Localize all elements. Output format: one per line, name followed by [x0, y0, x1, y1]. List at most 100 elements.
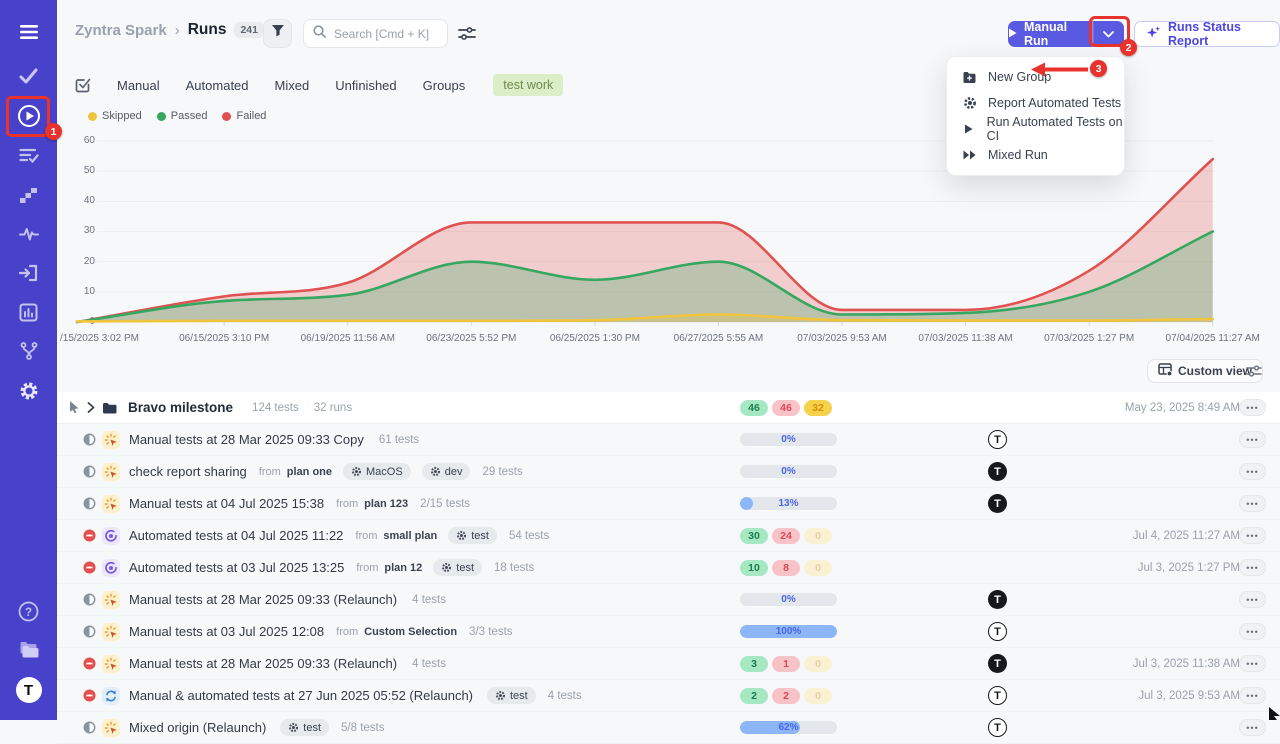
- row-menu-button[interactable]: •••: [1239, 399, 1266, 416]
- list-check-icon[interactable]: [0, 144, 57, 168]
- menu-icon[interactable]: [0, 20, 57, 44]
- row-menu-button[interactable]: •••: [1239, 623, 1266, 640]
- filter-button[interactable]: [263, 19, 292, 48]
- env-badge: dev: [422, 463, 471, 480]
- avatar: T: [988, 430, 1007, 449]
- table-row[interactable]: Manual tests at 28 Mar 2025 09:33 (Relau…: [57, 648, 1280, 680]
- run-title: Automated tests at 03 Jul 2025 13:25: [129, 560, 344, 575]
- chart-legend: Skipped Passed Failed: [88, 110, 266, 122]
- row-date: Jul 3, 2025 1:27 PM: [1138, 552, 1240, 583]
- progress-label: 0%: [740, 593, 837, 606]
- row-left-cluster: check report sharingfromplan oneMacOSdev…: [83, 456, 523, 487]
- run-counts: 310: [740, 648, 832, 679]
- menu-item-report-automated-tests[interactable]: Report Automated Tests: [947, 90, 1124, 116]
- run-progress: 0%: [740, 424, 837, 455]
- table-settings-sliders-icon[interactable]: [1246, 364, 1262, 383]
- select-runs-icon[interactable]: [75, 77, 91, 93]
- manual-run-icon: [102, 655, 120, 673]
- annotation-box-1: [6, 96, 50, 137]
- count-pill-skipped: 0: [804, 656, 832, 672]
- group-tests-count: 124 tests: [252, 402, 299, 414]
- env-badge: test: [448, 527, 497, 544]
- legend-skipped: Skipped: [88, 110, 142, 122]
- row-left-cluster: Manual tests at 04 Jul 2025 15:38frompla…: [83, 488, 470, 519]
- group-counts: 464632: [740, 392, 832, 423]
- row-menu-button[interactable]: •••: [1239, 431, 1266, 448]
- count-pill-skipped: 0: [804, 560, 832, 576]
- row-menu-button[interactable]: •••: [1239, 687, 1266, 704]
- avatar: T: [988, 494, 1007, 513]
- env-badge: test: [280, 719, 329, 736]
- table-row[interactable]: Mixed origin (Relaunch)test5/8 tests62%T…: [57, 712, 1280, 744]
- row-menu-button[interactable]: •••: [1239, 559, 1266, 576]
- mouse-cursor: [1269, 707, 1280, 720]
- run-plan-name: plan 123: [364, 498, 408, 510]
- breadcrumb-project[interactable]: Zyntra Spark: [75, 22, 167, 39]
- row-menu-button[interactable]: •••: [1239, 591, 1266, 608]
- search-box[interactable]: [303, 19, 448, 48]
- table-row[interactable]: Manual tests at 28 Mar 2025 09:33 Copy61…: [57, 424, 1280, 456]
- count-pill-failed: 24: [772, 528, 800, 544]
- table-row[interactable]: check report sharingfromplan oneMacOSdev…: [57, 456, 1280, 488]
- run-from-label: from: [336, 626, 358, 638]
- run-counts: 220: [740, 680, 832, 711]
- check-icon[interactable]: [0, 64, 57, 88]
- steps-icon[interactable]: [0, 183, 57, 207]
- manual-run-icon: [102, 431, 120, 449]
- run-counts: 1080: [740, 552, 832, 583]
- table-row[interactable]: Automated tests at 04 Jul 2025 11:22from…: [57, 520, 1280, 552]
- run-title: Automated tests at 04 Jul 2025 11:22: [129, 528, 343, 543]
- automated-run-icon: [102, 559, 120, 577]
- row-left-cluster: Manual & automated tests at 27 Jun 2025 …: [83, 680, 582, 711]
- help-icon[interactable]: ?: [0, 599, 57, 623]
- menu-item-mixed-run[interactable]: Mixed Run: [947, 142, 1124, 168]
- sign-in-icon[interactable]: [0, 261, 57, 285]
- run-title: Manual tests at 03 Jul 2025 12:08: [129, 624, 324, 639]
- table-row[interactable]: Automated tests at 03 Jul 2025 13:25from…: [57, 552, 1280, 584]
- run-title: check report sharing: [129, 464, 247, 479]
- manual-run-button[interactable]: Manual Run: [1008, 21, 1092, 47]
- run-tests-count: 61 tests: [379, 434, 419, 446]
- run-plan-name: plan 12: [384, 562, 422, 574]
- play-icon: [1008, 27, 1017, 41]
- row-menu-button[interactable]: •••: [1239, 495, 1266, 512]
- run-title: Manual & automated tests at 27 Jun 2025 …: [129, 688, 473, 703]
- row-menu-button[interactable]: •••: [1239, 655, 1266, 672]
- x-tick-label: 06/27/2025 5:55 AM: [674, 333, 764, 344]
- pulse-icon[interactable]: [0, 222, 57, 246]
- manual-run-icon: [102, 463, 120, 481]
- expand-chevron-icon[interactable]: [87, 402, 95, 413]
- table-row[interactable]: Manual tests at 28 Mar 2025 09:33 (Relau…: [57, 584, 1280, 616]
- table-row-group[interactable]: Bravo milestone124 tests32 runs464632May…: [57, 392, 1280, 424]
- tab-unfinished[interactable]: Unfinished: [335, 78, 396, 93]
- run-tests-count: 2/15 tests: [420, 498, 470, 510]
- table-row[interactable]: Manual & automated tests at 27 Jun 2025 …: [57, 680, 1280, 712]
- run-title: Manual tests at 04 Jul 2025 15:38: [129, 496, 324, 511]
- gear-icon[interactable]: [0, 379, 57, 403]
- manual-run-icon: [102, 591, 120, 609]
- filter-sliders-icon[interactable]: [458, 26, 476, 46]
- table-row[interactable]: Manual tests at 04 Jul 2025 15:38frompla…: [57, 488, 1280, 520]
- runs-status-report-button[interactable]: Runs Status Report: [1134, 21, 1280, 47]
- menu-item-run-automated-tests-ci[interactable]: Run Automated Tests on CI: [947, 116, 1124, 142]
- group-title: Bravo milestone: [128, 400, 233, 415]
- workspace-avatar[interactable]: T: [0, 676, 57, 704]
- gear-icon: [456, 530, 467, 541]
- tab-tag-test-work[interactable]: test work: [493, 74, 563, 96]
- tab-groups[interactable]: Groups: [423, 78, 466, 93]
- chart-box-icon[interactable]: [0, 300, 57, 324]
- run-title: Manual tests at 28 Mar 2025 09:33 (Relau…: [129, 656, 397, 671]
- x-tick-label: 07/03/2025 11:38 AM: [918, 333, 1012, 344]
- row-menu-button[interactable]: •••: [1239, 463, 1266, 480]
- tab-mixed[interactable]: Mixed: [275, 78, 310, 93]
- search-input[interactable]: [332, 26, 438, 42]
- table-row[interactable]: Manual tests at 03 Jul 2025 12:08fromCus…: [57, 616, 1280, 648]
- tab-manual[interactable]: Manual: [117, 78, 160, 93]
- row-menu-button[interactable]: •••: [1239, 719, 1266, 736]
- tab-automated[interactable]: Automated: [186, 78, 249, 93]
- row-menu-button[interactable]: •••: [1239, 527, 1266, 544]
- row-date: Jul 4, 2025 11:27 AM: [1133, 520, 1240, 551]
- folders-icon[interactable]: [0, 638, 57, 662]
- progress-bar: 0%: [740, 593, 837, 606]
- branch-icon[interactable]: [0, 339, 57, 363]
